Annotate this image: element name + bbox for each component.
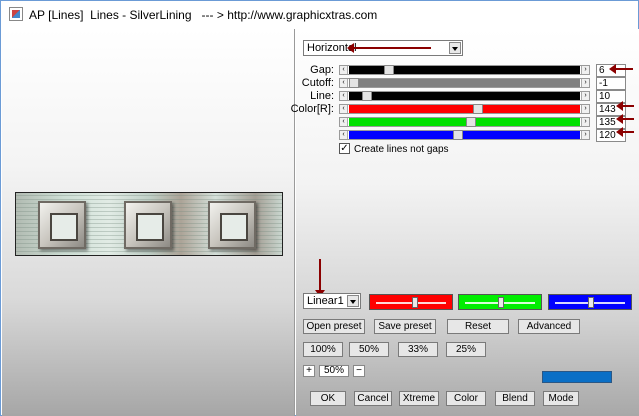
color-slider-knob[interactable] bbox=[588, 297, 594, 308]
footer-xtreme-button[interactable]: Xtreme bbox=[399, 391, 439, 406]
annotation-arrow-icon bbox=[609, 64, 633, 74]
preview-frame bbox=[208, 201, 256, 249]
zoom-25-button[interactable]: 25% bbox=[446, 342, 486, 357]
zoom-100-button[interactable]: 100% bbox=[303, 342, 343, 357]
preview-frame bbox=[38, 201, 86, 249]
slider-value-field[interactable]: -1 bbox=[596, 77, 626, 90]
annotation-arrow-icon bbox=[616, 114, 634, 124]
preset-reset-button[interactable]: Reset bbox=[447, 319, 509, 334]
preset-select[interactable]: Linear1 bbox=[303, 293, 361, 309]
slider-right-arrow-icon[interactable]: › bbox=[581, 92, 589, 100]
zoom-50-button[interactable]: 50% bbox=[349, 342, 389, 357]
title-bar: AP [Lines] Lines - SilverLining --- > ht… bbox=[1, 1, 638, 29]
slider-right-arrow-icon[interactable]: › bbox=[581, 131, 589, 139]
color-preview-bar bbox=[542, 371, 612, 383]
annotation-arrow-icon bbox=[616, 101, 634, 111]
chevron-down-icon[interactable] bbox=[347, 295, 359, 307]
slider[interactable]: ‹ › bbox=[339, 104, 590, 114]
zoom-33-button[interactable]: 33% bbox=[398, 342, 438, 357]
slider-label: Cutoff: bbox=[301, 77, 334, 89]
slider[interactable]: ‹ › bbox=[339, 78, 590, 88]
zoom-value: 50% bbox=[319, 365, 349, 377]
slider-left-arrow-icon[interactable]: ‹ bbox=[340, 131, 348, 139]
zoom-in-button[interactable]: + bbox=[303, 365, 315, 377]
slider-right-arrow-icon[interactable]: › bbox=[581, 105, 589, 113]
color-slider[interactable] bbox=[458, 294, 542, 310]
slider-right-arrow-icon[interactable]: › bbox=[581, 79, 589, 87]
dialog-window: AP [Lines] Lines - SilverLining --- > ht… bbox=[0, 0, 639, 416]
preview-panel bbox=[2, 29, 295, 416]
slider[interactable]: ‹ › bbox=[339, 130, 590, 140]
controls-panel: Horizontal Gap: ‹ › 6 Cutoff: ‹ › -1 Line: ‹ › 10 Co… bbox=[291, 29, 639, 416]
slider-label: Line: bbox=[310, 90, 334, 102]
annotation-arrow-icon bbox=[315, 259, 325, 297]
footer-blend-button[interactable]: Blend bbox=[495, 391, 535, 406]
color-slider-knob[interactable] bbox=[412, 297, 418, 308]
annotation-arrow-icon bbox=[347, 43, 431, 53]
app-icon bbox=[9, 7, 23, 21]
slider-left-arrow-icon[interactable]: ‹ bbox=[340, 105, 348, 113]
footer-color-button[interactable]: Color bbox=[446, 391, 486, 406]
preview-frame bbox=[124, 201, 172, 249]
slider-right-arrow-icon[interactable]: › bbox=[581, 118, 589, 126]
window-title: AP [Lines] Lines - SilverLining --- > ht… bbox=[29, 8, 378, 22]
color-slider-knob[interactable] bbox=[498, 297, 504, 308]
preset-open-preset-button[interactable]: Open preset bbox=[303, 319, 365, 334]
preview-image[interactable] bbox=[15, 192, 283, 256]
chevron-down-icon[interactable] bbox=[449, 42, 461, 54]
slider-thumb[interactable] bbox=[349, 78, 359, 88]
footer-ok-button[interactable]: OK bbox=[310, 391, 346, 406]
slider[interactable]: ‹ › bbox=[339, 91, 590, 101]
slider-thumb[interactable] bbox=[466, 117, 476, 127]
create-lines-checkbox[interactable]: ✓ bbox=[339, 143, 350, 154]
preset-save-preset-button[interactable]: Save preset bbox=[374, 319, 436, 334]
slider-label: Gap: bbox=[310, 64, 334, 76]
slider-left-arrow-icon[interactable]: ‹ bbox=[340, 79, 348, 87]
color-slider[interactable] bbox=[548, 294, 632, 310]
slider[interactable]: ‹ › bbox=[339, 65, 590, 75]
slider-left-arrow-icon[interactable]: ‹ bbox=[340, 66, 348, 74]
slider-right-arrow-icon[interactable]: › bbox=[581, 66, 589, 74]
annotation-arrow-icon bbox=[616, 127, 634, 137]
slider-left-arrow-icon[interactable]: ‹ bbox=[340, 92, 348, 100]
footer-cancel-button[interactable]: Cancel bbox=[354, 391, 392, 406]
zoom-out-button[interactable]: − bbox=[353, 365, 365, 377]
slider-thumb[interactable] bbox=[453, 130, 463, 140]
slider-thumb[interactable] bbox=[384, 65, 394, 75]
footer-mode-button[interactable]: Mode bbox=[543, 391, 579, 406]
slider[interactable]: ‹ › bbox=[339, 117, 590, 127]
checkmark-icon: ✓ bbox=[340, 143, 349, 154]
slider-thumb[interactable] bbox=[473, 104, 483, 114]
color-slider[interactable] bbox=[369, 294, 453, 310]
preset-select-value: Linear1 bbox=[307, 295, 344, 307]
slider-left-arrow-icon[interactable]: ‹ bbox=[340, 118, 348, 126]
create-lines-label: Create lines not gaps bbox=[354, 144, 449, 155]
slider-thumb[interactable] bbox=[362, 91, 372, 101]
slider-label: Color[R]: bbox=[290, 103, 334, 115]
preset-advanced-button[interactable]: Advanced bbox=[518, 319, 580, 334]
